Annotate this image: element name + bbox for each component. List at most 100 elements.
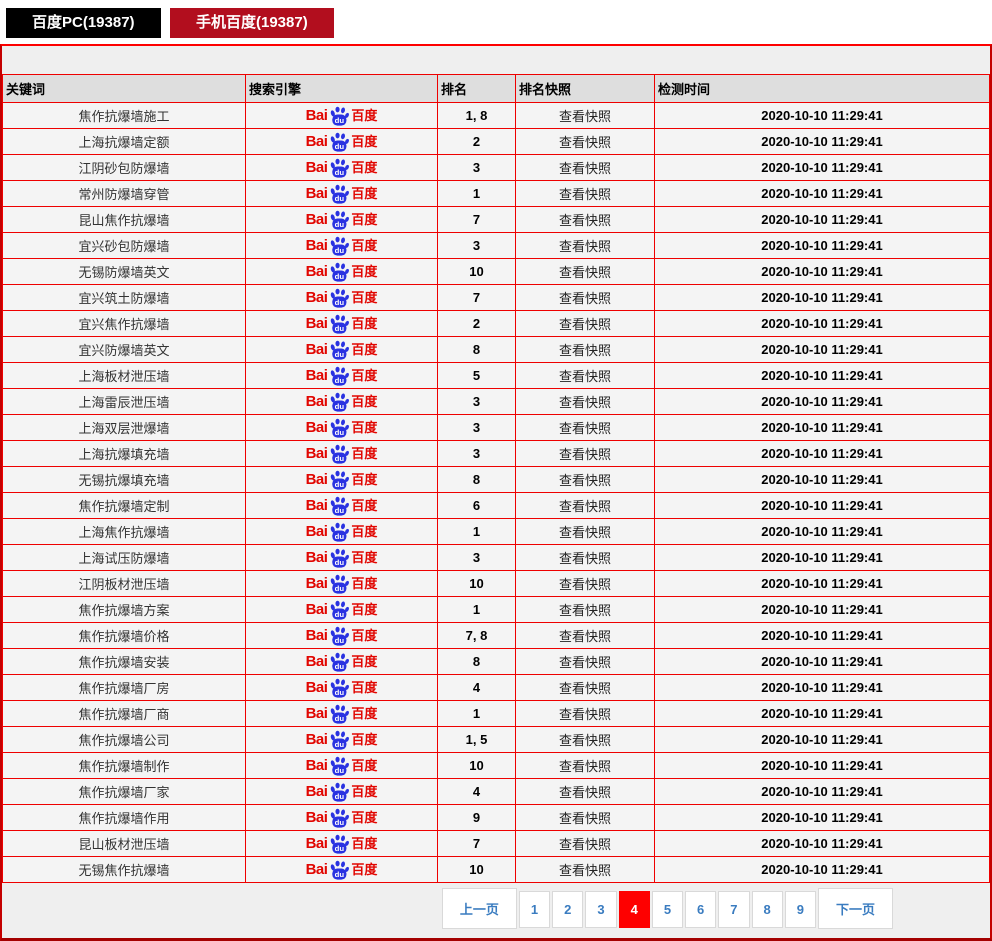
- baidu-logo-du-text: du: [335, 661, 345, 670]
- baidu-logo-cn-text: 百度: [351, 316, 378, 331]
- view-snapshot-link[interactable]: 查看快照: [559, 629, 611, 644]
- keyword-text: 焦作抗爆墙方案: [78, 603, 170, 618]
- view-snapshot-link[interactable]: 查看快照: [559, 785, 611, 800]
- keyword-text: 上海双层泄爆墙: [78, 421, 170, 436]
- view-snapshot-link[interactable]: 查看快照: [559, 577, 611, 592]
- baidu-logo: Bai du 百度: [305, 158, 377, 178]
- baidu-logo-cn-text: 百度: [351, 732, 378, 747]
- view-snapshot-link[interactable]: 查看快照: [559, 447, 611, 462]
- view-snapshot-link[interactable]: 查看快照: [559, 707, 611, 722]
- baidu-paw-icon: du: [331, 574, 350, 594]
- page-button-6[interactable]: 6: [685, 891, 717, 928]
- page-button-2[interactable]: 2: [552, 891, 584, 928]
- view-snapshot-link[interactable]: 查看快照: [559, 161, 611, 176]
- baidu-paw-icon: du: [331, 782, 350, 802]
- page-button-active[interactable]: 4: [618, 891, 650, 928]
- baidu-logo-cn-text: 百度: [351, 862, 378, 877]
- baidu-logo-du-text: du: [335, 453, 345, 462]
- baidu-logo-cn-text: 百度: [351, 810, 378, 825]
- baidu-logo-bai-text: Bai: [305, 315, 328, 332]
- page-button-9[interactable]: 9: [784, 891, 816, 928]
- baidu-logo: Bai du 百度: [306, 392, 377, 412]
- view-snapshot-link[interactable]: 查看快照: [559, 369, 611, 384]
- table-row: 焦作抗爆墙价格 Bai du 百度 7, 8 查看快照 2020-10-10 1…: [2, 622, 990, 649]
- baidu-logo-bai-text: Bai: [305, 159, 328, 176]
- view-snapshot-link[interactable]: 查看快照: [559, 291, 611, 306]
- view-snapshot-link[interactable]: 查看快照: [559, 759, 611, 774]
- view-snapshot-link[interactable]: 查看快照: [559, 681, 611, 696]
- baidu-logo-bai-text: Bai: [305, 861, 328, 878]
- view-snapshot-link[interactable]: 查看快照: [559, 525, 611, 540]
- rank-value: 2: [437, 128, 516, 155]
- baidu-logo-bai-text: Bai: [305, 809, 328, 826]
- view-snapshot-link[interactable]: 查看快照: [559, 655, 611, 670]
- baidu-logo: Bai du 百度: [305, 574, 377, 594]
- baidu-logo: Bai du 百度: [306, 834, 377, 854]
- baidu-logo-bai-text: Bai: [305, 237, 328, 254]
- view-snapshot-link[interactable]: 查看快照: [559, 421, 611, 436]
- rank-value: 1: [437, 596, 516, 623]
- view-snapshot-link[interactable]: 查看快照: [559, 187, 611, 202]
- baidu-paw-icon: du: [331, 132, 350, 152]
- view-snapshot-link[interactable]: 查看快照: [559, 265, 611, 280]
- view-snapshot-link[interactable]: 查看快照: [559, 317, 611, 332]
- baidu-logo-cn-text: 百度: [351, 186, 378, 201]
- baidu-logo-du-text: du: [335, 479, 345, 488]
- view-snapshot-link[interactable]: 查看快照: [559, 837, 611, 852]
- rank-value: 1: [437, 518, 516, 545]
- baidu-logo: Bai du 百度: [306, 210, 377, 230]
- table-row: 焦作抗爆墙厂商 Bai du 百度 1 查看快照 2020-10-10 11:2…: [2, 700, 990, 727]
- view-snapshot-link[interactable]: 查看快照: [559, 811, 611, 826]
- table-row: 无锡抗爆填充墙 Bai du 百度 8 查看快照 2020-10-10 11:2…: [2, 466, 990, 493]
- baidu-paw-icon: du: [331, 756, 350, 776]
- keyword-text: 常州防爆墙穿管: [78, 187, 170, 202]
- baidu-logo-cn-text: 百度: [351, 134, 378, 149]
- check-time: 2020-10-10 11:29:41: [654, 492, 990, 519]
- table-row: 焦作抗爆墙厂房 Bai du 百度 4 查看快照 2020-10-10 11:2…: [2, 674, 990, 701]
- baidu-logo: Bai du 百度: [305, 860, 378, 880]
- table-row: 焦作抗爆墙安装 Bai du 百度 8 查看快照 2020-10-10 11:2…: [2, 648, 990, 675]
- prev-page-button[interactable]: 上一页: [441, 888, 517, 929]
- view-snapshot-link[interactable]: 查看快照: [559, 239, 611, 254]
- page-button-8[interactable]: 8: [751, 891, 783, 928]
- view-snapshot-link[interactable]: 查看快照: [559, 733, 611, 748]
- rank-value: 3: [437, 414, 516, 441]
- view-snapshot-link[interactable]: 查看快照: [559, 343, 611, 358]
- next-page-button[interactable]: 下一页: [817, 888, 893, 929]
- view-snapshot-link[interactable]: 查看快照: [559, 473, 611, 488]
- tab-baidu-pc[interactable]: 百度PC(19387): [6, 8, 161, 38]
- baidu-logo-du-text: du: [335, 141, 345, 150]
- tab-baidu-mobile[interactable]: 手机百度(19387): [170, 8, 334, 38]
- view-snapshot-link[interactable]: 查看快照: [559, 863, 611, 878]
- keyword-text: 焦作抗爆墙厂房: [78, 681, 170, 696]
- page-button-1[interactable]: 1: [518, 891, 551, 928]
- baidu-logo: Bai du 百度: [306, 418, 377, 438]
- check-time: 2020-10-10 11:29:41: [654, 752, 990, 779]
- baidu-paw-icon: du: [331, 366, 350, 386]
- page-button-5[interactable]: 5: [651, 891, 684, 928]
- page-button-3[interactable]: 3: [585, 891, 617, 928]
- table-row: 上海雷辰泄压墙 Bai du 百度 3 查看快照 2020-10-10 11:2…: [2, 388, 990, 415]
- table-row: 焦作抗爆墙施工 Bai du 百度 1, 8 查看快照 2020-10-10 1…: [2, 102, 990, 129]
- rank-value: 7: [437, 830, 516, 857]
- baidu-logo-cn-text: 百度: [351, 472, 378, 487]
- baidu-paw-icon: du: [331, 704, 350, 724]
- rank-value: 3: [437, 440, 516, 467]
- view-snapshot-link[interactable]: 查看快照: [559, 499, 611, 514]
- view-snapshot-link[interactable]: 查看快照: [559, 551, 611, 566]
- view-snapshot-link[interactable]: 查看快照: [559, 603, 611, 618]
- baidu-logo-cn-text: 百度: [351, 654, 378, 669]
- view-snapshot-link[interactable]: 查看快照: [559, 135, 611, 150]
- view-snapshot-link[interactable]: 查看快照: [559, 213, 611, 228]
- keyword-text: 上海抗爆墙定额: [78, 135, 170, 150]
- check-time: 2020-10-10 11:29:41: [654, 284, 990, 311]
- view-snapshot-link[interactable]: 查看快照: [559, 109, 611, 124]
- baidu-logo-bai-text: Bai: [305, 133, 328, 150]
- page-button-7[interactable]: 7: [718, 891, 750, 928]
- baidu-paw-icon: du: [331, 158, 350, 178]
- baidu-logo-bai-text: Bai: [305, 575, 328, 592]
- baidu-logo-du-text: du: [335, 557, 345, 566]
- baidu-logo-cn-text: 百度: [351, 498, 378, 513]
- table-row: 宜兴防爆墙英文 Bai du 百度 8 查看快照 2020-10-10 11:2…: [2, 336, 990, 363]
- view-snapshot-link[interactable]: 查看快照: [559, 395, 611, 410]
